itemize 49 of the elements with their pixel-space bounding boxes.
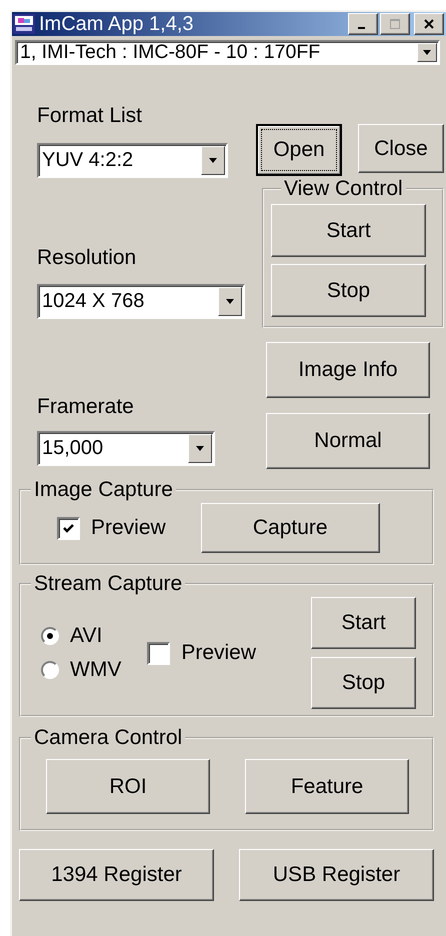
group-title: View Control — [283, 176, 404, 202]
device-dropdown[interactable]: 1, IMI-Tech : IMC-80F - 10 : 170FF — [15, 40, 440, 65]
down-arrow-icon — [422, 50, 432, 56]
image-info-button[interactable]: Image Info — [266, 342, 430, 398]
stream-button[interactable]: Start — [311, 597, 416, 649]
dialog-button[interactable]: Open — [256, 124, 342, 176]
close-button[interactable] — [414, 13, 444, 35]
dropdown-value: 15,000 — [41, 438, 104, 459]
register-button[interactable]: USB Register — [239, 849, 434, 901]
view-button[interactable]: Stop — [271, 264, 426, 317]
group-title: Image Capture — [33, 477, 174, 503]
app-icon — [13, 14, 35, 34]
format-radio[interactable]: AVI — [41, 624, 122, 648]
dialog-button[interactable]: Close — [358, 124, 444, 173]
camera-button[interactable]: ROI — [46, 759, 210, 814]
down-arrow-icon — [225, 298, 235, 304]
dropdown-arrow-button[interactable] — [188, 434, 212, 463]
minimize-icon — [358, 27, 365, 29]
format-radio[interactable]: WMV — [41, 658, 122, 682]
preview-checkbox[interactable]: Preview — [57, 516, 166, 540]
group-title: Camera Control — [33, 725, 184, 751]
stream-button[interactable]: Stop — [311, 657, 416, 709]
field-label: Resolution — [37, 245, 138, 271]
preview-checkbox[interactable]: Preview — [147, 641, 256, 665]
window-title: ImCam App 1,4,3 — [39, 12, 195, 36]
register-button[interactable]: 1394 Register — [19, 849, 214, 901]
check-icon — [62, 522, 75, 534]
view-button[interactable]: Start — [271, 204, 426, 257]
field-label: Framerate — [37, 394, 135, 420]
minimize-button[interactable] — [348, 13, 378, 35]
dropdown[interactable]: 15,000 — [37, 431, 215, 466]
dropdown-arrow-button[interactable] — [417, 43, 437, 62]
capture-button[interactable]: Capture — [200, 503, 380, 553]
maximize-icon — [389, 18, 401, 30]
normal-button[interactable]: Normal — [266, 413, 430, 469]
dropdown-value: 1, IMI-Tech : IMC-80F - 10 : 170FF — [19, 42, 322, 63]
down-arrow-icon — [208, 158, 218, 164]
dropdown-value: YUV 4:2:2 — [41, 150, 134, 171]
close-icon — [423, 18, 435, 30]
dropdown-arrow-button[interactable] — [218, 287, 242, 316]
camera-button[interactable]: Feature — [245, 759, 409, 814]
dropdown[interactable]: YUV 4:2:2 — [37, 143, 228, 178]
dropdown-value: 1024 X 768 — [41, 291, 146, 312]
dropdown[interactable]: 1024 X 768 — [37, 284, 245, 319]
down-arrow-icon — [195, 446, 205, 452]
field-label: Format List — [37, 103, 144, 129]
group-title: Stream Capture — [33, 571, 184, 597]
maximize-button[interactable] — [380, 13, 410, 35]
dropdown-arrow-button[interactable] — [201, 146, 225, 175]
